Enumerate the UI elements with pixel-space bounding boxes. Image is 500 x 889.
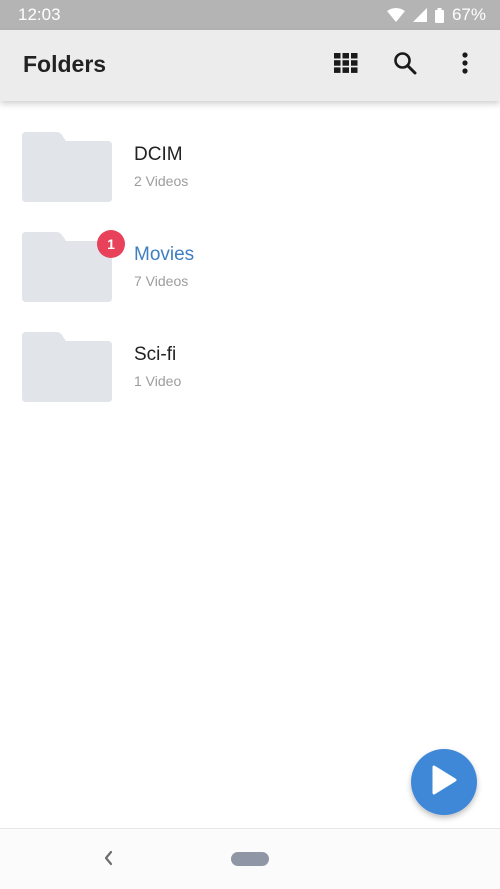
folder-item-sci-fi[interactable]: Sci-fi 1 Video bbox=[0, 301, 500, 402]
more-options-button[interactable] bbox=[450, 50, 480, 80]
folder-name: DCIM bbox=[134, 144, 183, 165]
play-icon bbox=[431, 765, 457, 800]
navigation-bar bbox=[0, 828, 500, 889]
status-icons: 67% bbox=[386, 5, 486, 25]
folder-video-count: 2 Videos bbox=[134, 173, 189, 189]
folder-video-count: 7 Videos bbox=[134, 273, 189, 289]
status-bar: 12:03 67% bbox=[0, 0, 500, 30]
status-time: 12:03 bbox=[18, 5, 61, 24]
grid-view-button[interactable] bbox=[331, 50, 361, 80]
back-icon[interactable] bbox=[100, 847, 118, 869]
folder-icon bbox=[22, 332, 112, 402]
home-pill-icon[interactable] bbox=[231, 852, 269, 866]
play-button[interactable] bbox=[411, 749, 477, 815]
new-video-badge: 1 bbox=[97, 230, 125, 258]
folder-icon bbox=[22, 132, 112, 202]
battery-icon bbox=[434, 7, 444, 23]
battery-percent: 67% bbox=[451, 5, 486, 24]
wifi-icon bbox=[386, 8, 405, 22]
search-button[interactable] bbox=[390, 50, 420, 80]
more-vert-icon bbox=[462, 51, 468, 79]
app-bar: Folders bbox=[0, 30, 500, 101]
folder-list: DCIM 2 Videos 1 Movies 7 Videos Sci-fi 1… bbox=[0, 101, 500, 402]
folder-item-movies[interactable]: 1 Movies 7 Videos bbox=[0, 201, 500, 302]
folder-item-dcim[interactable]: DCIM 2 Videos bbox=[0, 101, 500, 202]
signal-icon bbox=[412, 8, 427, 22]
page-title: Folders bbox=[23, 51, 107, 77]
folder-name: Movies bbox=[134, 244, 195, 265]
grid-view-icon bbox=[334, 52, 358, 78]
search-icon bbox=[393, 51, 417, 80]
folder-video-count: 1 Video bbox=[134, 373, 182, 389]
folder-name: Sci-fi bbox=[134, 344, 177, 365]
